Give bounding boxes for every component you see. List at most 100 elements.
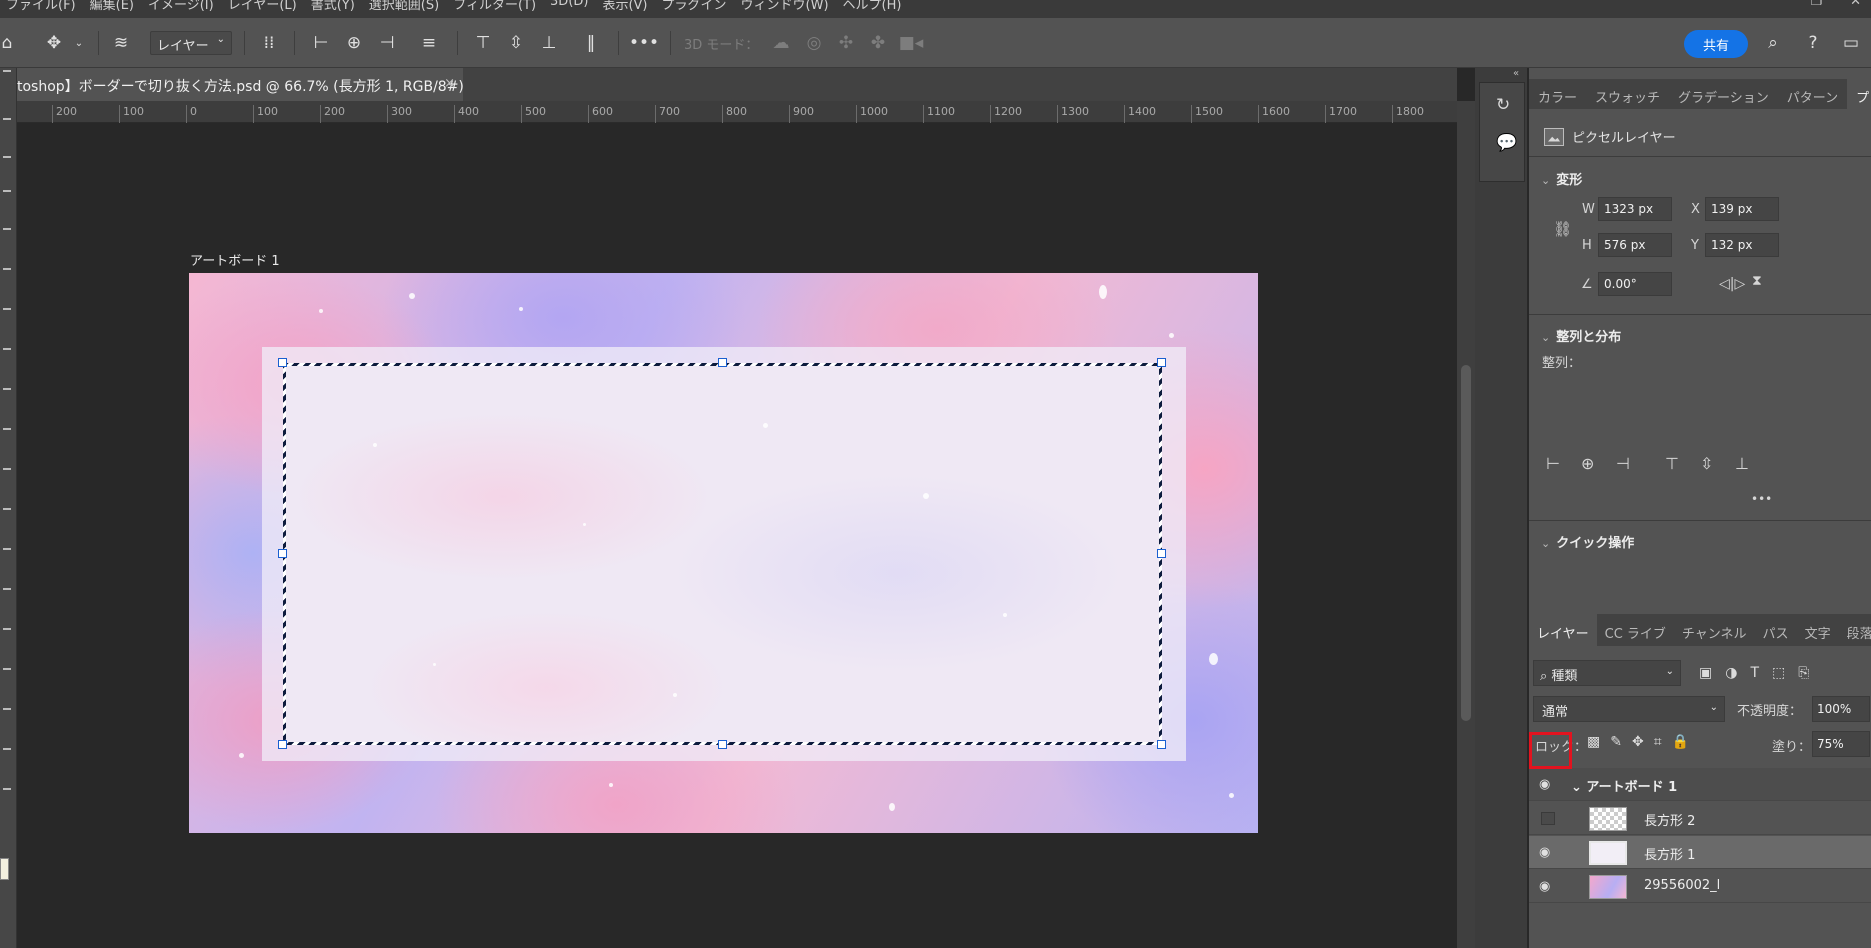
eye-icon[interactable]: ◉ bbox=[1539, 777, 1550, 792]
align-center-h-icon[interactable]: ⊕ bbox=[343, 30, 365, 56]
align-top-icon[interactable]: ⊤ bbox=[472, 30, 494, 56]
vertical-scrollbar[interactable] bbox=[1457, 101, 1475, 948]
close-window-icon[interactable]: ✕ bbox=[1850, 0, 1861, 9]
tab-color[interactable]: カラー bbox=[1529, 79, 1586, 109]
comments-icon[interactable]: 💬 bbox=[1496, 133, 1517, 153]
search-icon[interactable]: ⌕ bbox=[1760, 30, 1786, 56]
menu-window[interactable]: ウィンドウ(W) bbox=[741, 0, 829, 13]
transform-controls-icon[interactable]: ⁞⁞ bbox=[256, 30, 282, 56]
restore-window-icon[interactable]: ❐ bbox=[1810, 0, 1822, 9]
layer-row-image[interactable]: ◉ 29556002_l bbox=[1529, 870, 1871, 903]
share-button[interactable]: 共有 bbox=[1684, 30, 1748, 58]
tool-icon[interactable] bbox=[3, 668, 11, 670]
tab-cc-libraries[interactable]: CC ライブ bbox=[1597, 614, 1674, 646]
x-position-field[interactable]: 139 px bbox=[1705, 197, 1779, 221]
menu-filter[interactable]: フィルター(T) bbox=[453, 0, 536, 13]
align-top-icon[interactable]: ⊤ bbox=[1665, 454, 1679, 473]
blend-mode-dropdown[interactable]: 通常 ⌄ bbox=[1533, 696, 1725, 722]
transform-handle-top-right[interactable] bbox=[1157, 358, 1166, 367]
more-options-icon[interactable]: ••• bbox=[629, 30, 659, 56]
align-center-h-icon[interactable]: ⊕ bbox=[1581, 454, 1594, 473]
tool-icon[interactable] bbox=[3, 708, 11, 710]
artboard[interactable] bbox=[189, 273, 1258, 833]
3d-roll-icon[interactable]: ◎ bbox=[802, 30, 826, 56]
transform-handle-top-left[interactable] bbox=[278, 358, 287, 367]
layer-row-rect1[interactable]: ◉ 長方形 1 bbox=[1529, 836, 1871, 869]
tool-icon[interactable] bbox=[3, 428, 11, 430]
menu-3d[interactable]: 3D(D) bbox=[550, 0, 588, 13]
3d-orbit-icon[interactable]: ☁ bbox=[768, 30, 794, 56]
tool-icon[interactable] bbox=[3, 548, 11, 550]
tab-character[interactable]: 文字 bbox=[1797, 614, 1839, 646]
eye-icon[interactable]: ◉ bbox=[1539, 845, 1550, 860]
menu-layer[interactable]: レイヤー(L) bbox=[228, 0, 297, 13]
lock-transparent-icon[interactable]: ▩ bbox=[1587, 734, 1600, 750]
tab-patterns[interactable]: パターン bbox=[1778, 79, 1847, 109]
opacity-field[interactable]: 100% bbox=[1812, 696, 1870, 722]
tool-icon[interactable] bbox=[3, 788, 11, 790]
filter-type-icon[interactable]: T bbox=[1750, 665, 1759, 681]
tool-icon[interactable] bbox=[3, 468, 11, 470]
collapse-panels-icon[interactable]: « bbox=[1513, 68, 1519, 79]
width-field[interactable]: 1323 px bbox=[1598, 197, 1672, 221]
filter-shape-icon[interactable]: ⬚ bbox=[1772, 665, 1785, 681]
tool-icon[interactable] bbox=[3, 268, 11, 270]
tab-gradients[interactable]: グラデーション bbox=[1669, 79, 1778, 109]
3d-camera-icon[interactable]: ■◂ bbox=[898, 30, 924, 56]
angle-field[interactable]: 0.00° bbox=[1598, 272, 1672, 296]
artboard-label[interactable]: アートボード 1 bbox=[190, 250, 280, 269]
align-left-icon[interactable]: ⊢ bbox=[1546, 454, 1560, 473]
transform-handle-right[interactable] bbox=[1157, 549, 1166, 558]
transform-handle-left[interactable] bbox=[278, 549, 287, 558]
home-icon[interactable]: ⌂ bbox=[0, 30, 14, 56]
menu-image[interactable]: イメージ(I) bbox=[148, 0, 214, 13]
quick-actions-section-header[interactable]: ⌄ クイック操作 bbox=[1541, 532, 1634, 551]
tool-icon[interactable] bbox=[3, 748, 11, 750]
lock-artboard-icon[interactable]: ⌗ bbox=[1654, 734, 1662, 750]
tool-icon[interactable] bbox=[3, 348, 11, 350]
tab-paragraph[interactable]: 段落 bbox=[1839, 614, 1871, 646]
layer-row-artboard[interactable]: ◉ ⌄ アートボード 1 bbox=[1529, 768, 1871, 801]
help-icon[interactable]: ? bbox=[1800, 30, 1826, 56]
lock-position-icon[interactable]: ✥ bbox=[1632, 734, 1644, 750]
tool-icon[interactable] bbox=[3, 156, 11, 158]
tool-icon[interactable] bbox=[3, 70, 11, 72]
menu-edit[interactable]: 編集(E) bbox=[90, 0, 134, 13]
transform-handle-top[interactable] bbox=[718, 358, 727, 367]
3d-pan-icon[interactable]: ✣ bbox=[834, 30, 858, 56]
tab-properties[interactable]: プロパティ bbox=[1847, 79, 1871, 109]
filter-pixel-icon[interactable]: ▣ bbox=[1699, 665, 1712, 681]
distribute-icon[interactable]: ≡ bbox=[418, 30, 440, 56]
tool-icon[interactable] bbox=[3, 228, 11, 230]
layer-filter-dropdown[interactable]: ⌕ 種類 ⌄ bbox=[1533, 660, 1681, 686]
tool-icon[interactable] bbox=[3, 190, 11, 192]
foreground-color-swatch[interactable] bbox=[0, 858, 9, 880]
align-bottom-icon[interactable]: ⊥ bbox=[1735, 454, 1749, 473]
filter-smart-object-icon[interactable]: ⎘ bbox=[1798, 665, 1809, 681]
align-middle-v-icon[interactable]: ⇳ bbox=[1700, 454, 1713, 473]
menu-select[interactable]: 選択範囲(S) bbox=[369, 0, 439, 13]
transform-handle-bottom-right[interactable] bbox=[1157, 740, 1166, 749]
auto-select-target-dropdown[interactable]: レイヤー ⌄ bbox=[150, 31, 232, 55]
transform-handle-bottom-left[interactable] bbox=[278, 740, 287, 749]
align-bottom-icon[interactable]: ⊥ bbox=[538, 30, 560, 56]
chevron-down-icon[interactable]: ⌄ bbox=[74, 30, 84, 56]
tool-icon[interactable] bbox=[3, 588, 11, 590]
menu-type[interactable]: 書式(Y) bbox=[311, 0, 355, 13]
3d-slide-icon[interactable]: ✤ bbox=[866, 30, 890, 56]
transform-section-header[interactable]: ⌄ 変形 bbox=[1541, 169, 1582, 188]
layer-row-rect2[interactable]: 長方形 2 bbox=[1529, 802, 1871, 835]
filter-adjustment-icon[interactable]: ◑ bbox=[1725, 665, 1737, 681]
tool-icon[interactable] bbox=[3, 118, 11, 120]
align-left-icon[interactable]: ⊢ bbox=[310, 30, 332, 56]
eye-icon[interactable]: ◉ bbox=[1539, 879, 1550, 894]
fill-field[interactable]: 75% bbox=[1812, 731, 1870, 757]
menu-help[interactable]: ヘルプ(H) bbox=[843, 0, 902, 13]
document-tab[interactable]: toshop】ボーダーで切り抜く方法.psd @ 66.7% (長方形 1, R… bbox=[17, 68, 463, 101]
y-position-field[interactable]: 132 px bbox=[1705, 233, 1779, 257]
visibility-toggle-off[interactable] bbox=[1541, 812, 1555, 825]
tool-icon[interactable] bbox=[3, 508, 11, 510]
flip-horizontal-icon[interactable]: ◁|▷ bbox=[1719, 276, 1745, 292]
auto-select-layers-icon[interactable]: ≋ bbox=[108, 30, 134, 56]
menu-plugins[interactable]: プラグイン bbox=[662, 0, 727, 13]
